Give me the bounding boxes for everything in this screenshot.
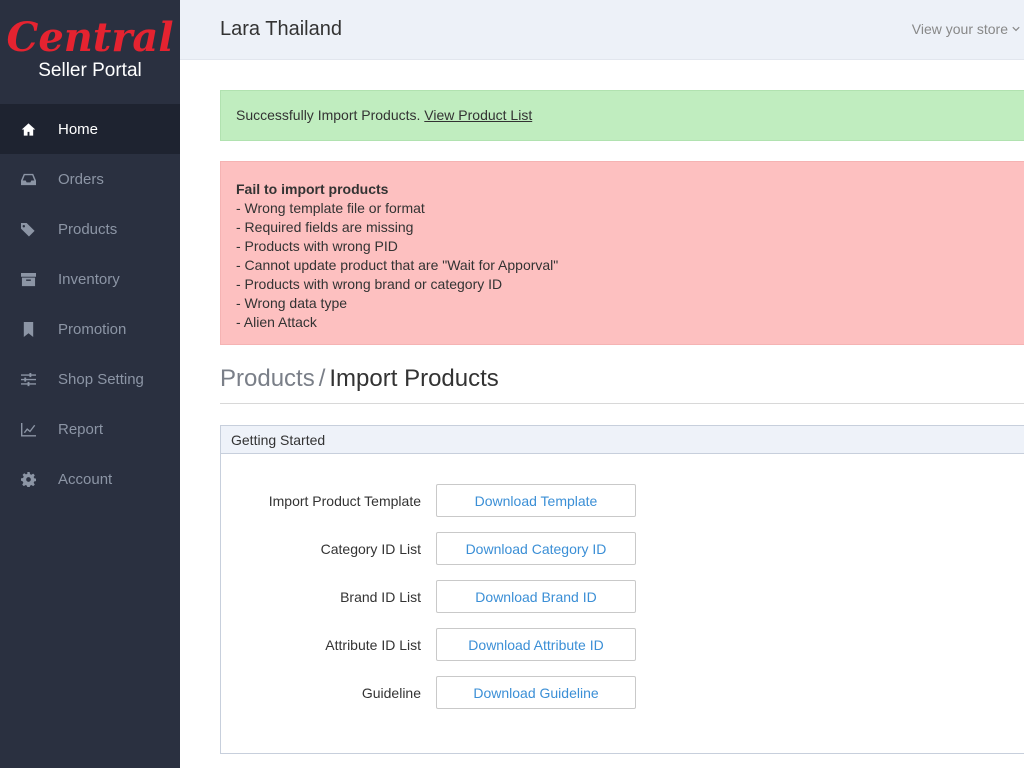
sidebar-item-products[interactable]: Products (0, 204, 180, 254)
sidebar-nav: Home Orders Products Inventory Promotion (0, 104, 180, 504)
getting-started-panel: Getting Started Import Product Template … (220, 425, 1024, 754)
error-line: - Wrong template file or format (236, 200, 425, 216)
sidebar-item-label: Account (58, 470, 113, 488)
download-row: Attribute ID List Download Attribute ID (221, 628, 1024, 661)
error-line: - Alien Attack (236, 314, 317, 330)
chevron-down-icon (1012, 26, 1020, 32)
page-title: Import Products (329, 365, 499, 392)
main-content: Successfully Import Products. View Produ… (220, 60, 1024, 754)
sidebar-item-label: Promotion (58, 320, 127, 338)
top-header: Lara Thailand View your store (180, 0, 1024, 60)
download-attribute-id-button[interactable]: Download Attribute ID (436, 628, 636, 661)
error-alert-title: Fail to import products (236, 181, 389, 197)
sidebar-item-label: Orders (58, 170, 104, 188)
error-line: - Products with wrong PID (236, 238, 398, 254)
sidebar-item-inventory[interactable]: Inventory (0, 254, 180, 304)
sidebar-item-label: Products (58, 220, 118, 238)
sidebar-item-home[interactable]: Home (0, 104, 180, 154)
download-row: Category ID List Download Category ID (221, 532, 1024, 565)
error-line: - Required fields are missing (236, 219, 414, 235)
breadcrumb-separator: / (318, 365, 326, 392)
row-label: Category ID List (320, 540, 421, 557)
panel-body: Import Product Template Download Templat… (221, 454, 1024, 709)
breadcrumb: Products / Import Products (220, 363, 1024, 404)
sidebar-item-promotion[interactable]: Promotion (0, 304, 180, 354)
error-line: - Products with wrong brand or category … (236, 276, 503, 292)
bookmark-icon (20, 321, 36, 337)
sidebar-item-shop-setting[interactable]: Shop Setting (0, 354, 180, 404)
sidebar: Central Seller Portal Home Orders Produc… (0, 0, 180, 768)
success-alert-text: Successfully Import Products. (236, 107, 425, 123)
sidebar-item-account[interactable]: Account (0, 454, 180, 504)
error-line: - Cannot update product that are "Wait f… (236, 257, 559, 273)
success-alert: Successfully Import Products. View Produ… (220, 90, 1024, 141)
download-template-button[interactable]: Download Template (436, 484, 636, 517)
error-alert: Fail to import products - Wrong template… (220, 161, 1024, 345)
sliders-icon (20, 371, 36, 387)
error-line: - Wrong data type (236, 295, 348, 311)
view-store-label: View your store (911, 21, 1008, 37)
sidebar-item-label: Report (58, 420, 104, 438)
tag-icon (20, 221, 36, 237)
download-row: Guideline Download Guideline (221, 676, 1024, 709)
download-category-id-button[interactable]: Download Category ID (436, 532, 636, 565)
inbox-icon (20, 171, 36, 187)
sidebar-item-label: Home (58, 120, 99, 138)
gear-icon (20, 471, 36, 487)
row-label: Import Product Template (268, 492, 421, 509)
sidebar-item-label: Shop Setting (58, 370, 144, 388)
panel-title: Getting Started (221, 426, 1024, 454)
view-store-dropdown[interactable]: View your store (912, 21, 1020, 37)
store-name: Lara Thailand (220, 18, 342, 40)
home-icon (20, 121, 36, 137)
archive-icon (20, 271, 36, 287)
row-label: Guideline (361, 684, 421, 701)
row-label: Attribute ID List (325, 636, 421, 653)
line-chart-icon (20, 421, 36, 437)
download-row: Brand ID List Download Brand ID (221, 580, 1024, 613)
brand-logo[interactable]: Central Seller Portal (0, 0, 180, 104)
row-label: Brand ID List (340, 588, 421, 605)
breadcrumb-products[interactable]: Products (220, 365, 315, 392)
logo-subtitle: Seller Portal (38, 60, 142, 81)
sidebar-item-report[interactable]: Report (0, 404, 180, 454)
download-guideline-button[interactable]: Download Guideline (436, 676, 636, 709)
sidebar-item-label: Inventory (58, 270, 120, 288)
logo-text: Central (6, 14, 174, 61)
download-row: Import Product Template Download Templat… (221, 484, 1024, 517)
view-product-list-link[interactable]: View Product List (424, 107, 532, 123)
sidebar-item-orders[interactable]: Orders (0, 154, 180, 204)
download-brand-id-button[interactable]: Download Brand ID (436, 580, 636, 613)
